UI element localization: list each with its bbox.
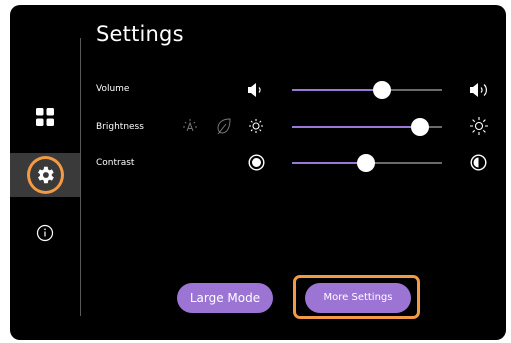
contrast-slider[interactable]	[292, 154, 442, 172]
auto-brightness-icon	[183, 119, 197, 132]
more-settings-highlight	[293, 275, 420, 319]
contrast-slider-thumb[interactable]	[356, 154, 375, 172]
settings-panel: Settings Volume Brightness Contrast Larg…	[10, 5, 506, 340]
large-mode-button[interactable]: Large Mode	[177, 283, 273, 313]
settings-nav-highlight	[27, 156, 64, 194]
volume-label: Volume	[96, 84, 130, 94]
contrast-low-icon	[248, 154, 265, 171]
eco-leaf-icon	[217, 118, 231, 135]
volume-low-icon	[248, 83, 261, 97]
sidebar-item-info[interactable]	[10, 211, 80, 255]
brightness-slider[interactable]	[292, 118, 442, 136]
page-title: Settings	[96, 22, 184, 46]
info-icon	[36, 224, 54, 242]
brightness-label: Brightness	[96, 122, 144, 132]
contrast-slider-fill	[292, 162, 366, 164]
contrast-label: Contrast	[96, 158, 135, 168]
brightness-low-icon	[249, 119, 263, 133]
brightness-high-icon	[470, 117, 488, 135]
volume-slider-fill	[292, 89, 382, 91]
brightness-slider-thumb[interactable]	[410, 118, 429, 136]
volume-slider[interactable]	[292, 81, 442, 99]
sidebar-item-home[interactable]	[10, 95, 80, 139]
volume-slider-thumb[interactable]	[373, 81, 391, 99]
volume-high-icon	[470, 83, 487, 97]
grid-icon	[36, 108, 54, 126]
contrast-high-icon	[470, 154, 487, 171]
brightness-slider-fill	[292, 126, 420, 128]
sidebar-divider	[80, 38, 81, 316]
